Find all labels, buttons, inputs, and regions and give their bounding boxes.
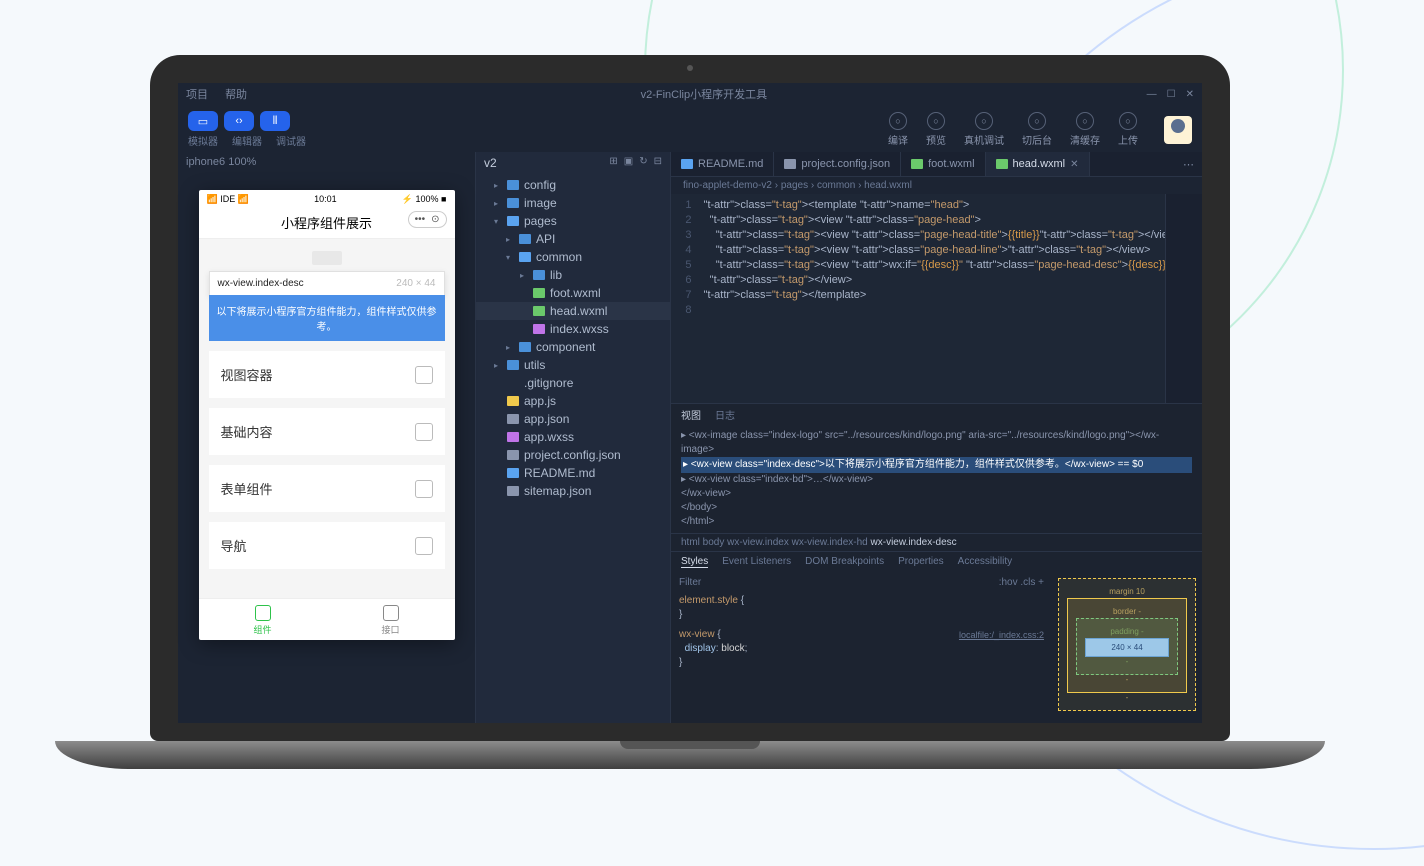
dom-breadcrumb[interactable]: html body wx-view.index wx-view.index-hd…: [671, 533, 1202, 552]
camera-dot: [687, 65, 693, 71]
code-editor[interactable]: 12345678 "t-attr">class="t-tag"><templat…: [671, 194, 1202, 403]
highlighted-element[interactable]: 以下将展示小程序官方组件能力，组件样式仅供参考。: [209, 295, 445, 341]
devtools-subtab[interactable]: DOM Breakpoints: [805, 556, 884, 568]
tree-node[interactable]: app.wxss: [476, 428, 670, 446]
editor-tabs: README.mdproject.config.jsonfoot.wxmlhea…: [671, 152, 1202, 177]
maximize-icon[interactable]: ☐: [1167, 89, 1176, 100]
styles-filter-input[interactable]: Filter: [679, 576, 701, 590]
titlebar: 项目 帮助 v2-FinClip小程序开发工具 — ☐ ✕: [178, 83, 1202, 105]
minimize-icon[interactable]: —: [1147, 89, 1157, 100]
label-simulator: 模拟器: [188, 133, 218, 148]
label-debugger: 调试器: [276, 133, 306, 148]
menu-item[interactable]: 导航: [209, 522, 445, 569]
toolbar-action[interactable]: ○真机调试: [964, 112, 1004, 147]
ide-window: 项目 帮助 v2-FinClip小程序开发工具 — ☐ ✕ ▭ ‹› ⫴ 模拟器…: [178, 83, 1202, 723]
menu-item[interactable]: 表单组件: [209, 465, 445, 512]
tree-node[interactable]: ▸API: [476, 230, 670, 248]
tree-node[interactable]: head.wxml: [476, 302, 670, 320]
tree-node[interactable]: foot.wxml: [476, 284, 670, 302]
menu-bar: 项目 帮助: [186, 86, 261, 102]
status-time: 10:01: [314, 194, 337, 205]
tree-node[interactable]: index.wxss: [476, 320, 670, 338]
editor-toggle[interactable]: ‹›: [224, 111, 254, 131]
devtools-subtab[interactable]: Styles: [681, 556, 708, 568]
dom-tree[interactable]: ▸ <wx-image class="index-logo" src="../r…: [671, 425, 1202, 533]
tabbar-api[interactable]: 接口: [327, 599, 455, 640]
tree-node[interactable]: ▸lib: [476, 266, 670, 284]
tree-node[interactable]: README.md: [476, 464, 670, 482]
toolbar-action[interactable]: ○清缓存: [1070, 112, 1100, 147]
tree-node[interactable]: ▸image: [476, 194, 670, 212]
menu-help[interactable]: 帮助: [225, 89, 247, 101]
toolbar-action[interactable]: ○编译: [888, 112, 908, 147]
close-icon[interactable]: ✕: [1186, 89, 1194, 100]
devtools-panel: 视图 日志 ▸ <wx-image class="index-logo" src…: [671, 403, 1202, 723]
window-controls: — ☐ ✕: [1147, 89, 1194, 100]
tree-node[interactable]: app.js: [476, 392, 670, 410]
devtools-subtab[interactable]: Properties: [898, 556, 944, 568]
devtools-subtab[interactable]: Accessibility: [958, 556, 1012, 568]
status-signal: 📶 IDE 📶: [207, 194, 249, 205]
minimap[interactable]: [1165, 194, 1202, 403]
simulator-toggle[interactable]: ▭: [188, 111, 218, 131]
menu-item[interactable]: 视图容器: [209, 351, 445, 398]
tree-node[interactable]: sitemap.json: [476, 482, 670, 500]
toolbar-action[interactable]: ○上传: [1118, 112, 1138, 147]
tabbar-component[interactable]: 组件: [199, 599, 327, 640]
menu-project[interactable]: 项目: [186, 89, 208, 101]
debugger-toggle[interactable]: ⫴: [260, 111, 290, 131]
editor-tab[interactable]: project.config.json: [774, 152, 901, 176]
explorer-root[interactable]: v2: [484, 156, 497, 170]
tabs-more-icon[interactable]: ⋯: [1175, 158, 1202, 171]
collapse-icon[interactable]: ⊟: [654, 156, 662, 170]
label-editor: 编辑器: [232, 133, 262, 148]
inspect-tooltip: wx-view.index-desc 240 × 44: [209, 271, 445, 296]
logo-placeholder: [312, 251, 342, 265]
breadcrumbs[interactable]: fino-applet-demo-v2 › pages › common › h…: [671, 177, 1202, 194]
styles-pane[interactable]: Filter :hov .cls + element.style {}</spa…: [671, 572, 1052, 723]
page-title: 小程序组件展示: [281, 216, 372, 231]
tree-node[interactable]: ▸config: [476, 176, 670, 194]
laptop-frame: 项目 帮助 v2-FinClip小程序开发工具 — ☐ ✕ ▭ ‹› ⫴ 模拟器…: [150, 55, 1230, 769]
new-folder-icon[interactable]: ▣: [624, 156, 633, 170]
window-title: v2-FinClip小程序开发工具: [261, 86, 1147, 102]
toolbar: ▭ ‹› ⫴ 模拟器 编辑器 调试器 ○编译 ○预览 ○真机调试 ○切后台 ○清缓存 ○上…: [178, 105, 1202, 152]
devtools-subtab[interactable]: Event Listeners: [722, 556, 791, 568]
simulator-panel: iphone6 100% 📶 IDE 📶 10:01 ⚡ 100% ■ 小程序组…: [178, 152, 476, 723]
device-label[interactable]: iphone6 100%: [178, 152, 475, 172]
phone-preview: 📶 IDE 📶 10:01 ⚡ 100% ■ 小程序组件展示 •••⊙ wx-v…: [199, 190, 455, 640]
editor-tab[interactable]: head.wxml✕: [986, 152, 1090, 176]
tree-node[interactable]: ▸component: [476, 338, 670, 356]
status-battery: ⚡ 100% ■: [402, 194, 447, 205]
devtools-tab-log[interactable]: 日志: [715, 407, 735, 422]
tree-node[interactable]: ▾pages: [476, 212, 670, 230]
tree-node[interactable]: ▾common: [476, 248, 670, 266]
file-explorer: v2 ⊞ ▣ ↻ ⊟ ▸config▸image▾pages▸API▾commo…: [476, 152, 671, 723]
tree-node[interactable]: .gitignore: [476, 374, 670, 392]
box-model: margin 10 border - padding - 240 × 44 - …: [1052, 572, 1202, 723]
avatar[interactable]: [1164, 116, 1192, 144]
toolbar-action[interactable]: ○切后台: [1022, 112, 1052, 147]
devtools-tab-view[interactable]: 视图: [681, 407, 701, 422]
tree-node[interactable]: app.json: [476, 410, 670, 428]
tree-node[interactable]: project.config.json: [476, 446, 670, 464]
new-file-icon[interactable]: ⊞: [609, 156, 617, 170]
capsule-button[interactable]: •••⊙: [408, 211, 447, 228]
toolbar-action[interactable]: ○预览: [926, 112, 946, 147]
refresh-icon[interactable]: ↻: [639, 156, 647, 170]
styles-filter-opts[interactable]: :hov .cls +: [999, 576, 1044, 590]
editor-tab[interactable]: foot.wxml: [901, 152, 985, 176]
editor-tab[interactable]: README.md: [671, 152, 774, 176]
tree-node[interactable]: ▸utils: [476, 356, 670, 374]
menu-item[interactable]: 基础内容: [209, 408, 445, 455]
